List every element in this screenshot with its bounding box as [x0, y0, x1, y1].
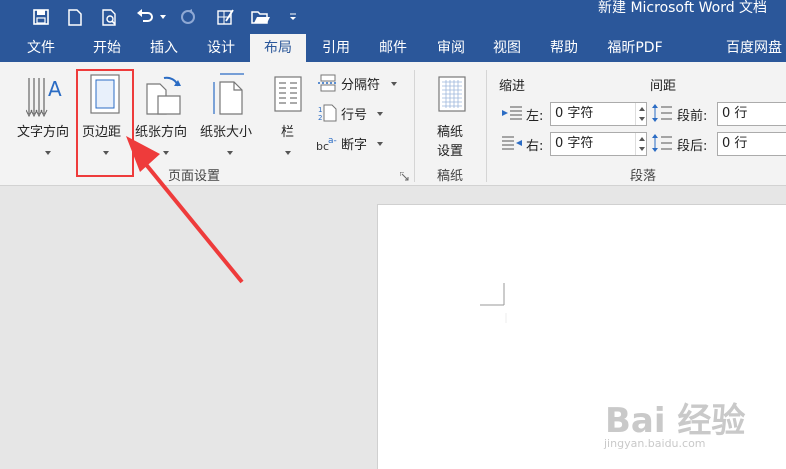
spacing-before-value: 0 行: [722, 106, 748, 121]
spacing-before-label: 段前:: [677, 109, 708, 124]
tab-design[interactable]: 设计: [194, 34, 248, 62]
spacing-before-icon: [652, 104, 672, 126]
orientation-icon: [146, 74, 186, 120]
page-setup-dialog-launcher-icon[interactable]: [399, 170, 409, 185]
text-direction-icon: A: [25, 74, 66, 122]
tab-help[interactable]: 帮助: [537, 34, 591, 62]
ribbon-tab-bar: 文件 开始 插入 设计 布局 引用 邮件 审阅 视图 帮助 福昕PDF 百度网盘: [0, 34, 786, 62]
breaks-icon: [318, 74, 338, 96]
indent-right-input[interactable]: 0 字符: [550, 132, 647, 156]
tab-file[interactable]: 文件: [14, 34, 68, 62]
text-direction-button[interactable]: A 文字方向: [14, 68, 78, 158]
tab-view[interactable]: 视图: [480, 34, 534, 62]
columns-label: 栏: [281, 125, 295, 140]
tab-mailings[interactable]: 邮件: [366, 34, 420, 62]
paragraph-group-label: 段落: [630, 169, 657, 184]
undo-icon[interactable]: [133, 0, 157, 34]
indent-right-label: 右:: [526, 139, 544, 154]
line-numbers-button[interactable]: 12 行号: [316, 102, 388, 124]
print-preview-icon[interactable]: [97, 0, 123, 34]
hyphenation-label: 断字: [341, 138, 368, 153]
redo-icon[interactable]: [176, 0, 200, 34]
breaks-dropdown-icon: [391, 82, 397, 86]
indent-right-spinner[interactable]: [635, 133, 646, 155]
tab-review[interactable]: 审阅: [424, 34, 478, 62]
size-icon: [210, 72, 246, 120]
tab-layout[interactable]: 布局: [250, 34, 306, 62]
text-direction-label: 文字方向: [17, 125, 70, 140]
tab-home[interactable]: 开始: [80, 34, 134, 62]
columns-icon: [274, 76, 302, 116]
indent-right-icon: [502, 136, 522, 154]
customize-toolbar-icon[interactable]: [284, 0, 302, 34]
indent-left-spinner[interactable]: [635, 103, 646, 125]
window-title: 新建 Microsoft Word 文档: [598, 0, 768, 16]
indent-left-label: 左:: [526, 109, 544, 124]
save-icon[interactable]: [28, 0, 54, 34]
line-numbers-dropdown-icon: [377, 112, 383, 116]
tab-insert[interactable]: 插入: [137, 34, 191, 62]
svg-text:a-: a-: [328, 136, 337, 146]
breaks-label: 分隔符: [341, 78, 381, 93]
hyphenation-icon: bc a-: [316, 134, 338, 156]
line-numbers-label: 行号: [341, 108, 368, 123]
title-bar: 新建 Microsoft Word 文档: [0, 0, 786, 34]
watermark-logo: Bai 经验: [605, 401, 746, 441]
annotation-arrow: [118, 130, 248, 290]
spacing-after-input[interactable]: 0 行: [717, 132, 786, 156]
line-numbers-icon: 12: [318, 104, 338, 126]
spacing-after-label: 段后:: [677, 139, 708, 154]
spacing-header: 间距: [650, 79, 677, 94]
svg-text:2: 2: [318, 114, 322, 122]
indent-left-value: 0 字符: [555, 106, 594, 121]
hyphenation-dropdown-icon: [377, 142, 383, 146]
manuscript-settings-button[interactable]: 稿纸 设置: [428, 68, 476, 159]
indent-header: 缩进: [499, 79, 526, 94]
columns-dropdown-icon: [285, 151, 291, 155]
text-direction-dropdown-icon: [45, 151, 51, 155]
spacing-after-value: 0 行: [722, 136, 748, 151]
watermark-url: jingyan.baidu.com: [604, 437, 706, 450]
manuscript-label-line1: 稿纸: [437, 125, 464, 140]
manuscript-label-line2: 设置: [437, 144, 464, 159]
svg-text:A: A: [48, 77, 62, 101]
tab-foxit-pdf[interactable]: 福昕PDF: [597, 34, 673, 62]
undo-dropdown-icon[interactable]: [157, 0, 169, 34]
tab-baidu-netdisk[interactable]: 百度网盘: [722, 34, 786, 62]
draw-table-icon[interactable]: [212, 0, 238, 34]
tab-references[interactable]: 引用: [309, 34, 363, 62]
manuscript-icon: [438, 76, 466, 116]
indent-left-input[interactable]: 0 字符: [550, 102, 647, 126]
indent-right-value: 0 字符: [555, 136, 594, 151]
group-divider: [486, 70, 487, 182]
columns-button[interactable]: 栏: [268, 68, 308, 158]
svg-text:1: 1: [318, 106, 322, 114]
spacing-after-icon: [652, 134, 672, 156]
group-divider: [414, 70, 415, 182]
new-document-icon[interactable]: [62, 0, 88, 34]
margin-corner-marker: [480, 283, 510, 327]
open-folder-icon[interactable]: [247, 0, 275, 34]
hyphenation-button[interactable]: bc a- 断字: [316, 132, 388, 154]
spacing-before-input[interactable]: 0 行: [717, 102, 786, 126]
breaks-button[interactable]: 分隔符: [316, 72, 404, 94]
indent-left-icon: [502, 106, 522, 124]
manuscript-group-label: 稿纸: [437, 169, 464, 184]
